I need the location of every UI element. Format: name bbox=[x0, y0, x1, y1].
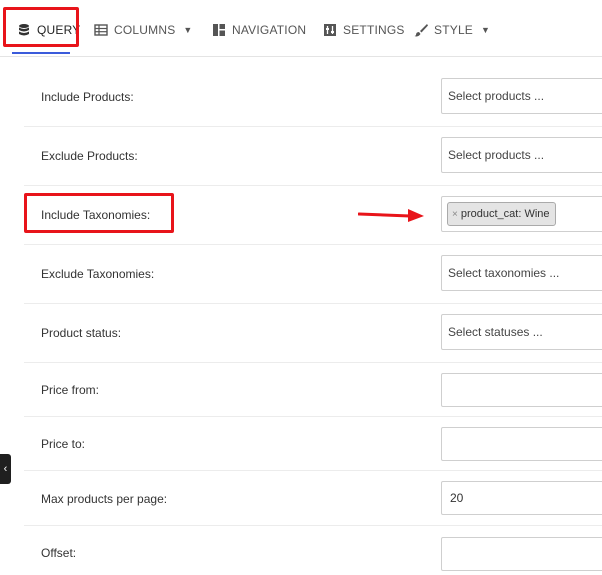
table-icon bbox=[94, 23, 108, 37]
form-row-exclude-products: Exclude Products: Select products ... bbox=[24, 126, 602, 185]
select-placeholder: Select products ... bbox=[448, 89, 545, 103]
include-products-select[interactable]: Select products ... bbox=[441, 78, 602, 114]
database-icon bbox=[17, 23, 31, 37]
form-row-exclude-taxonomies: Exclude Taxonomies: Select taxonomies ..… bbox=[24, 244, 602, 303]
tab-settings[interactable]: SETTINGS bbox=[323, 16, 405, 44]
caret-down-icon: ▼ bbox=[481, 25, 491, 35]
form-row-offset: Offset: bbox=[24, 525, 602, 575]
include-taxonomies-select[interactable]: × product_cat: Wine bbox=[441, 196, 602, 232]
taxonomy-chip[interactable]: × product_cat: Wine bbox=[447, 202, 556, 226]
field-label: Include Taxonomies: bbox=[41, 208, 151, 222]
form-row-price-to: Price to: bbox=[24, 416, 602, 470]
field-label: Max products per page: bbox=[41, 492, 168, 506]
exclude-products-select[interactable]: Select products ... bbox=[441, 137, 602, 173]
sliders-icon bbox=[323, 23, 337, 37]
tab-label: SETTINGS bbox=[343, 23, 405, 37]
brush-icon bbox=[414, 23, 428, 37]
chevron-left-icon: ‹ bbox=[3, 463, 8, 475]
form-row-include-products: Include Products: Select products ... bbox=[24, 67, 602, 125]
form-row-max-products: Max products per page: bbox=[24, 470, 602, 525]
chip-label: product_cat: Wine bbox=[460, 208, 550, 220]
field-label: Exclude Products: bbox=[41, 149, 138, 163]
exclude-taxonomies-select[interactable]: Select taxonomies ... bbox=[441, 255, 602, 291]
query-settings-panel: QUERY COLUMNS ▼ NAVIGATION SETTINGS STYL… bbox=[0, 0, 602, 575]
form-row-product-status: Product status: Select statuses ... bbox=[24, 303, 602, 362]
field-label: Product status: bbox=[41, 326, 122, 340]
price-to-input[interactable] bbox=[441, 427, 602, 461]
layout-icon bbox=[212, 23, 226, 37]
annotation-arrow-icon bbox=[358, 209, 424, 222]
select-placeholder: Select taxonomies ... bbox=[448, 266, 560, 280]
field-label: Exclude Taxonomies: bbox=[41, 267, 155, 281]
tab-label: QUERY bbox=[37, 23, 81, 37]
field-label: Include Products: bbox=[41, 90, 134, 104]
form-row-include-taxonomies: Include Taxonomies: × product_cat: Wine bbox=[24, 185, 602, 244]
offset-input[interactable] bbox=[441, 537, 602, 571]
tab-label: NAVIGATION bbox=[232, 23, 307, 37]
sidebar-toggle-button[interactable]: ‹ bbox=[0, 454, 11, 484]
active-tab-indicator bbox=[12, 52, 70, 54]
tab-navigation[interactable]: NAVIGATION bbox=[212, 16, 306, 44]
tab-bar: QUERY COLUMNS ▼ NAVIGATION SETTINGS STYL… bbox=[0, 0, 602, 57]
field-label: Offset: bbox=[41, 546, 77, 560]
max-products-input[interactable] bbox=[441, 481, 602, 515]
select-placeholder: Select products ... bbox=[448, 148, 545, 162]
tab-query[interactable]: QUERY bbox=[17, 16, 80, 44]
remove-chip-icon[interactable]: × bbox=[452, 209, 458, 220]
select-placeholder: Select statuses ... bbox=[448, 325, 543, 339]
caret-down-icon: ▼ bbox=[183, 25, 193, 35]
tab-style[interactable]: STYLE ▼ bbox=[414, 16, 490, 44]
field-label: Price from: bbox=[41, 383, 100, 397]
field-label: Price to: bbox=[41, 437, 86, 451]
tab-label: COLUMNS bbox=[114, 23, 176, 37]
product-status-select[interactable]: Select statuses ... bbox=[441, 314, 602, 350]
form-row-price-from: Price from: bbox=[24, 362, 602, 416]
tab-columns[interactable]: COLUMNS ▼ bbox=[94, 16, 193, 44]
price-from-input[interactable] bbox=[441, 373, 602, 407]
tab-label: STYLE bbox=[434, 23, 474, 37]
